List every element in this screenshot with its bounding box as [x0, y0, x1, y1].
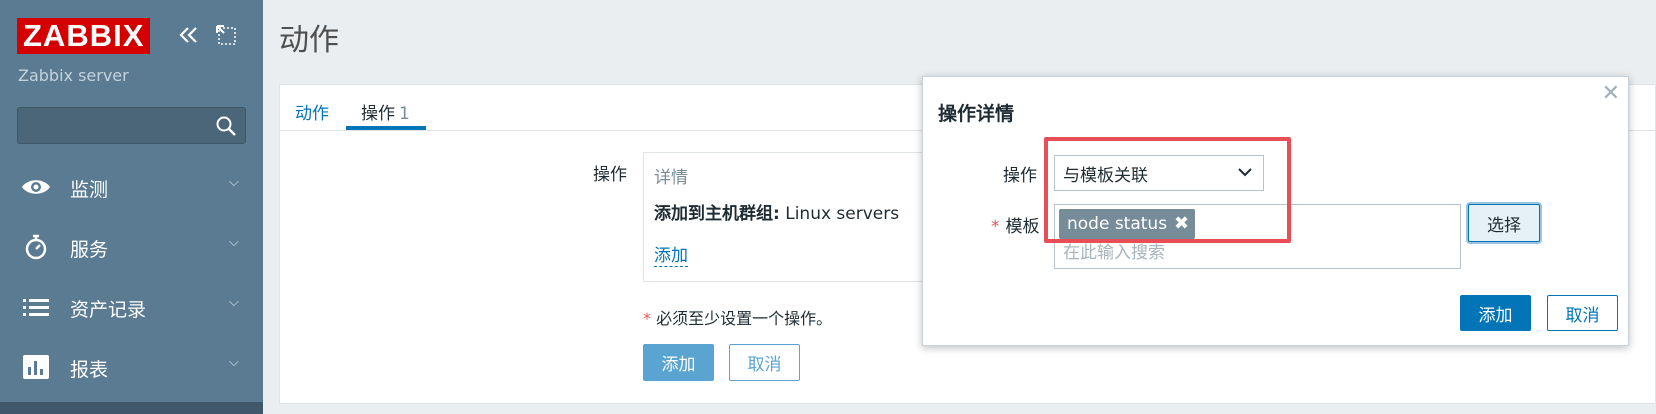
sidebar-item-monitoring[interactable]: 监测 ⌵: [0, 161, 263, 213]
tab-operations[interactable]: 操作 1: [361, 99, 410, 124]
template-multiselect[interactable]: node status ✖: [1054, 204, 1461, 269]
required-note: * 必须至少设置一个操作。: [643, 305, 832, 329]
sidebar-item-services[interactable]: 服务 ⌵: [0, 221, 263, 273]
sidebar-item-label: 资产记录: [70, 299, 147, 321]
close-icon[interactable]: ✕: [1602, 81, 1620, 106]
template-tag: node status ✖: [1059, 209, 1196, 239]
tab-operations-label: 操作: [361, 104, 395, 124]
eye-icon: [20, 173, 50, 201]
add-button[interactable]: 添加: [643, 344, 714, 381]
required-note-text: 必须至少设置一个操作。: [656, 309, 833, 328]
operation-type-value: 与模板关联: [1063, 165, 1148, 186]
sidebar-item-label: 监测: [70, 179, 109, 201]
operations-label: 操作: [593, 165, 627, 185]
chevron-down-icon: [1237, 164, 1253, 180]
operation-type-select[interactable]: 与模板关联: [1054, 155, 1264, 191]
chevron-down-icon: ⌵: [229, 175, 239, 190]
operation-details-dialog: 操作详情 ✕ 操作 与模板关联 *模板 node status ✖ 选择 添加 …: [922, 76, 1629, 346]
chevron-down-icon: ⌵: [229, 235, 239, 250]
chevron-down-icon: ⌵: [229, 355, 239, 370]
select-template-button[interactable]: 选择: [1468, 204, 1540, 242]
remove-tag-icon[interactable]: ✖: [1174, 209, 1189, 239]
server-name: Zabbix server: [18, 66, 129, 85]
sidebar: ZABBIX Zabbix server 监测 ⌵ 服务 ⌵ 资产记录 ⌵ 报表…: [0, 0, 263, 414]
tab-action[interactable]: 动作: [295, 99, 329, 124]
operation-type-label: 操作: [1003, 166, 1037, 186]
add-operation-link[interactable]: 添加: [654, 241, 688, 267]
list-icon: [20, 293, 50, 321]
template-search-input[interactable]: [1063, 241, 1443, 265]
collapse-sidebar-icon[interactable]: [176, 22, 202, 48]
template-tag-label: node status: [1067, 214, 1168, 234]
tab-operations-count: 1: [399, 104, 410, 124]
operations-table: 详情 添加到主机群组: Linux servers 添加: [643, 152, 943, 282]
sidebar-item-next[interactable]: [0, 402, 263, 414]
operation-type: 添加到主机群组:: [654, 204, 780, 224]
sidebar-search-input[interactable]: [18, 108, 208, 143]
active-tab-indicator: [346, 126, 426, 130]
sidebar-item-label: 服务: [70, 239, 109, 261]
sidebar-item-label: 报表: [70, 359, 109, 381]
sidebar-item-reports[interactable]: 报表 ⌵: [0, 341, 263, 393]
stopwatch-icon: [20, 233, 50, 261]
dialog-add-button[interactable]: 添加: [1460, 295, 1531, 331]
dialog-cancel-button[interactable]: 取消: [1547, 295, 1618, 331]
template-label: * 模板: [991, 212, 1040, 237]
kiosk-mode-icon[interactable]: [213, 22, 239, 48]
cancel-button[interactable]: 取消: [729, 344, 800, 381]
sidebar-search[interactable]: [17, 107, 246, 144]
logo-row: ZABBIX: [17, 17, 151, 55]
zabbix-logo[interactable]: ZABBIX: [17, 18, 151, 54]
bar-chart-icon: [20, 353, 50, 381]
page-title: 动作: [279, 23, 339, 58]
sidebar-item-inventory[interactable]: 资产记录 ⌵: [0, 281, 263, 333]
operation-row: 添加到主机群组: Linux servers: [654, 199, 899, 224]
chevron-down-icon: ⌵: [229, 295, 239, 310]
required-star: *: [643, 309, 657, 328]
operation-value: Linux servers: [785, 204, 900, 224]
details-header: 详情: [654, 168, 688, 188]
required-star: *: [991, 217, 1000, 237]
dialog-title: 操作详情: [938, 103, 1015, 125]
search-icon[interactable]: [215, 115, 237, 137]
template-label-text: 模板: [1005, 217, 1040, 237]
